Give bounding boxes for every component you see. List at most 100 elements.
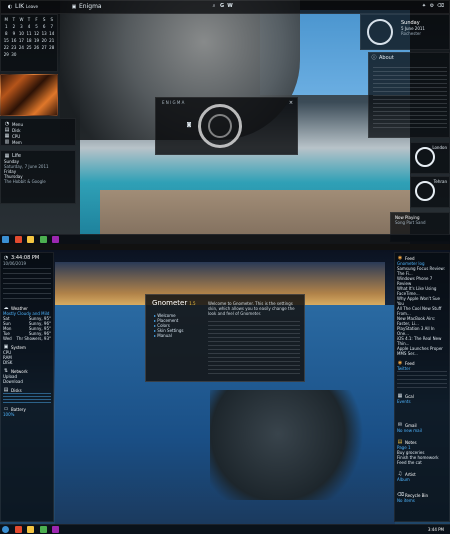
feed-item[interactable]: New MacBook Airs: Faster, Li...	[397, 316, 447, 326]
start-icon[interactable]	[2, 236, 9, 243]
day-header: S	[50, 17, 53, 22]
date-cell[interactable]: 25	[26, 45, 33, 51]
lock-icon: ▣	[71, 3, 77, 10]
date-cell[interactable]: 13	[41, 31, 48, 37]
gcal-sub: Events	[397, 399, 411, 404]
gear-icon[interactable]: ⚙	[429, 3, 435, 9]
desktop-top: ◐ LIK Leave ▣ Enigma ⌕ G W ✦ ⚙ ⌫ M T W T…	[0, 0, 450, 244]
enigma-ring-inner	[208, 114, 232, 138]
date-cell[interactable]: 14	[48, 31, 55, 37]
feed-item[interactable]: iOS 4.1: The Real New Thin...	[397, 336, 447, 346]
date-cell[interactable]: 6	[41, 24, 48, 30]
date-cell[interactable]: 22	[3, 45, 10, 51]
moon-icon: ◐	[7, 3, 13, 10]
start-icon[interactable]	[2, 526, 9, 533]
trash-icon[interactable]: ⌫	[437, 3, 444, 9]
feed-item[interactable]: What It's Like Using FaceTime...	[397, 286, 447, 296]
gcal-title: Gcal	[405, 393, 414, 399]
day-header: M	[4, 17, 8, 22]
date-cell[interactable]: 28	[48, 45, 55, 51]
date-cell[interactable]: 19	[33, 38, 40, 44]
dialog-body: Welcome to Gnometer. This is the setting…	[208, 301, 295, 316]
network-row: Download	[3, 379, 23, 384]
feed-item[interactable]: Apple Launches Proper MMS Ser...	[397, 346, 447, 356]
system-row: DISK	[3, 360, 13, 365]
date-cell[interactable]: 4	[26, 24, 33, 30]
date-cell[interactable]: 20	[41, 38, 48, 44]
enigma-widget[interactable]: E N I G M A ◙ ×	[155, 97, 298, 155]
menu-manual[interactable]: Manual	[154, 333, 183, 338]
app-icon[interactable]	[27, 526, 35, 533]
bottom-taskbar: 3:44 PM	[0, 524, 450, 534]
app-icon[interactable]	[14, 526, 22, 533]
bell-icon[interactable]: ✦	[421, 3, 427, 9]
dialog-text-lines	[208, 321, 300, 377]
date-cell[interactable]: 27	[41, 45, 48, 51]
weather-title: Weather	[11, 305, 28, 311]
date-cell[interactable]: 18	[26, 38, 33, 44]
right-clock-widget: Sunday 5 June 2011 Rochester	[360, 14, 450, 50]
date-cell[interactable]: 2	[11, 24, 18, 30]
desktop-bottom: ◔ 3:44:08 PM 10/06/2019 ☁ Weather Mostly C…	[0, 250, 450, 534]
app-icon[interactable]	[27, 236, 35, 243]
stats-row-label: CPU	[12, 133, 21, 139]
date-cell[interactable]: 23	[11, 45, 18, 51]
feed-item[interactable]: PlayStation 3 All In One...	[397, 326, 447, 336]
app-icon[interactable]	[52, 526, 60, 533]
app-icon[interactable]	[39, 526, 47, 533]
date-cell[interactable]: 7	[48, 24, 55, 30]
memory-icon: ▥	[4, 139, 10, 145]
app-icon[interactable]	[52, 236, 60, 243]
calendar-grid: M T W T F S S 1 2 3 4 5 6 7 8 9 10 11 12…	[1, 15, 57, 60]
gnometer-dialog: Gnometer 1.5 Welcome Placement Colors Sk…	[145, 294, 305, 382]
top-left-big: LIK	[15, 3, 25, 10]
date-cell[interactable]: 16	[11, 38, 18, 44]
date-cell[interactable]: 17	[18, 38, 25, 44]
date-cell[interactable]: 12	[33, 31, 40, 37]
app-icon[interactable]	[14, 236, 22, 243]
notes-item[interactable]: Feed the cat	[397, 460, 447, 465]
camera-icon[interactable]: ◙	[186, 122, 192, 128]
date-cell[interactable]: 10	[18, 31, 25, 37]
wikipedia-icon[interactable]: W	[227, 3, 233, 9]
music-title: Artist	[405, 471, 416, 477]
taskbar-clock[interactable]: 3:44 PM	[428, 527, 444, 532]
date-cell[interactable]: 9	[11, 31, 18, 37]
date-cell[interactable]: 24	[18, 45, 25, 51]
about-text-lines	[373, 67, 447, 131]
date-cell[interactable]: 26	[33, 45, 40, 51]
mini-calendar	[3, 268, 51, 302]
feed-item[interactable]: Windows Phone 7 Review	[397, 276, 447, 286]
date-cell[interactable]: 21	[48, 38, 55, 44]
date-cell[interactable]: 1	[3, 24, 10, 30]
feed-item[interactable]: Samsung Focus Review: The Fi...	[397, 266, 447, 276]
date-cell[interactable]: 11	[26, 31, 33, 37]
day-header: T	[27, 17, 31, 22]
google-icon[interactable]: G	[219, 3, 225, 9]
search-icon[interactable]: ⌕	[211, 3, 217, 9]
world-clock-1: London	[410, 142, 450, 174]
music-sub: Album	[397, 477, 410, 482]
date-cell[interactable]: 5	[33, 24, 40, 30]
gmail-title: Gmail	[405, 422, 417, 428]
battery-value: 100%	[3, 412, 15, 417]
app-icon[interactable]	[39, 236, 47, 243]
photo-widget[interactable]	[0, 74, 58, 116]
date-cell[interactable]: 8	[3, 31, 10, 37]
life-widget: ▦ Life Sunday Saturday, 7 June 2011 Frida…	[0, 150, 76, 204]
clock-city: Tehran	[433, 179, 447, 184]
weather-forecast: Thr Showers, 93°	[16, 336, 51, 341]
enigma-title: E N I G M A	[162, 100, 185, 105]
feed-item[interactable]: Why Apple Won't Sue You	[397, 296, 447, 306]
date-cell[interactable]: 29	[3, 52, 10, 58]
close-icon[interactable]: ×	[288, 100, 294, 106]
weather-day: Wed	[3, 336, 12, 341]
left-sidebar: ◔ 3:44:08 PM 10/06/2019 ☁ Weather Mostly C…	[0, 252, 54, 522]
feed-item[interactable]: All The Cool New Stuff From...	[397, 306, 447, 316]
life-item[interactable]: The Hobbit & Google	[4, 179, 72, 184]
dialog-title: Gnometer	[152, 299, 188, 307]
date-cell[interactable]: 3	[18, 24, 25, 30]
stats-row-label: Disk	[12, 127, 21, 133]
date-cell[interactable]: 15	[3, 38, 10, 44]
date-cell[interactable]: 30	[11, 52, 18, 58]
